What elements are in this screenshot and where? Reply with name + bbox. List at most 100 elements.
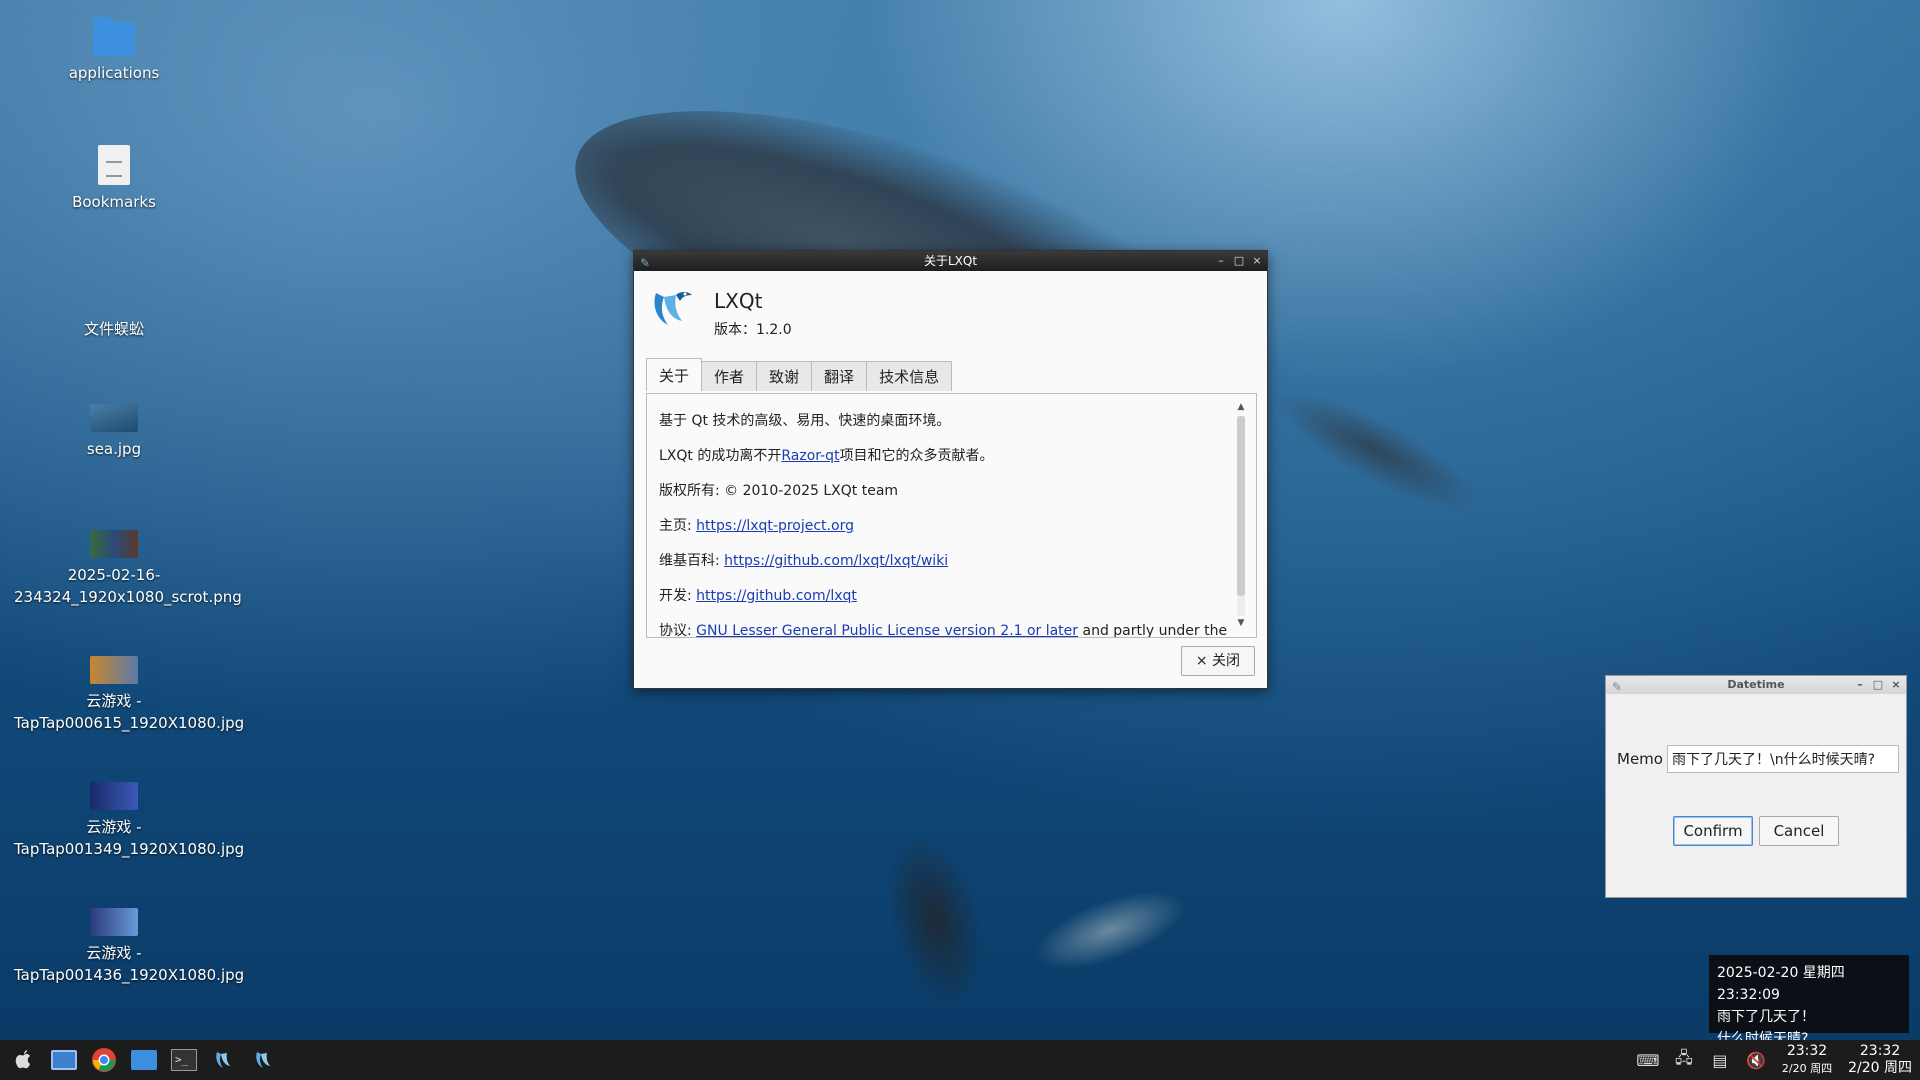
clock-time: 23:32 (1786, 1043, 1828, 1059)
desktop-icon-applications[interactable]: applications (14, 17, 214, 84)
dev-link[interactable]: https://github.com/lxqt (696, 588, 857, 604)
memo-input[interactable] (1667, 745, 1899, 773)
license-suffix-text: and partly under the (1082, 623, 1228, 638)
maximize-icon[interactable]: □ (1872, 676, 1884, 694)
about-tab-panel: 基于 Qt 技术的高级、易用、快速的桌面环境。 LXQt 的成功离不开Razor… (646, 393, 1257, 638)
lxqt-icon[interactable] (248, 1044, 280, 1076)
clock-date: 2/20 周四 (1848, 1060, 1912, 1076)
homepage-line: 主页: https://lxqt-project.org (659, 515, 854, 535)
window-title: 关于LXQt (923, 254, 978, 268)
about-lxqt-window: ✎ 关于LXQt – □ × LXQt 版本：1.2.0 关于 作者 致谢 翻译… (633, 250, 1268, 689)
wiki-link[interactable]: https://github.com/lxqt/lxqt/wiki (724, 553, 948, 569)
document-icon (98, 145, 130, 185)
datetime-window: ✎ Datetime – □ × Memo Confirm Cancel (1605, 675, 1907, 898)
file-manager-icon[interactable] (128, 1044, 160, 1076)
desktop-icon-label: 云游戏 - TapTap001436_1920X1080.jpg (14, 944, 245, 984)
scroll-up-icon[interactable]: ▲ (1234, 402, 1248, 414)
desktop-icon-scrot[interactable]: 2025-02-16-234324_1920x1080_scrot.png (14, 530, 242, 608)
description-text: 基于 Qt 技术的高级、易用、快速的桌面环境。 (659, 413, 951, 429)
terminal-icon[interactable]: >_ (168, 1044, 200, 1076)
dev-line: 开发: https://github.com/lxqt (659, 585, 857, 605)
lxqt-icon: ✎ (640, 256, 651, 270)
minimize-icon[interactable]: – (1215, 251, 1227, 271)
keyboard-icon[interactable]: ⌨ (1634, 1046, 1662, 1074)
wallpaper-diver (868, 821, 1002, 1019)
image-thumbnail-icon (90, 530, 138, 558)
license-label: 协议: (659, 623, 692, 638)
system-tray: ⌨ 🖧 ▤ 🔇 23:32 2/20 周四 23:32 2/20 周四 (1630, 1040, 1920, 1080)
wallpaper-whale-tail (1259, 369, 1491, 531)
scroll-down-icon[interactable]: ▼ (1234, 618, 1248, 630)
desktop-icon-taptap-001436[interactable]: 云游戏 - TapTap001436_1920X1080.jpg (14, 908, 245, 986)
notification-line: 雨下了几天了！ (1717, 1009, 1815, 1025)
app-version: 版本：1.2.0 (714, 322, 792, 338)
license-link[interactable]: GNU Lesser General Public License versio… (696, 623, 1078, 637)
desktop-icon-bookmarks[interactable]: Bookmarks (14, 145, 214, 213)
image-thumbnail-icon (90, 908, 138, 936)
clock-time: 23:32 (1859, 1043, 1901, 1059)
image-thumbnail-icon (90, 782, 138, 810)
chrome-icon[interactable] (88, 1044, 120, 1076)
window-titlebar[interactable]: ✎ Datetime – □ × (1606, 676, 1906, 694)
network-icon[interactable]: 🖧 (1670, 1046, 1698, 1074)
lxqt-icon[interactable] (208, 1044, 240, 1076)
desktop-icon-file-centipede[interactable]: 文件蜈蚣 (14, 318, 214, 340)
confirm-button[interactable]: Confirm (1673, 816, 1753, 846)
desktop-icon-label: sea.jpg (86, 440, 142, 458)
volume-muted-icon[interactable]: 🔇 (1742, 1046, 1770, 1074)
homepage-link[interactable]: https://lxqt-project.org (696, 518, 854, 534)
notification-timestamp: 2025-02-20 星期四 23:32:09 (1717, 965, 1845, 1003)
tab-bar: 关于 作者 致谢 翻译 技术信息 (646, 358, 953, 391)
clock-date: 2/20 周四 (1781, 1062, 1833, 1075)
close-icon[interactable]: × (1890, 676, 1902, 694)
maximize-icon[interactable]: □ (1233, 251, 1245, 271)
folder-icon (93, 17, 135, 56)
wiki-label: 维基百科: (659, 553, 720, 569)
homepage-label: 主页: (659, 518, 692, 534)
tab-authors[interactable]: 作者 (701, 361, 758, 391)
tab-technical-info[interactable]: 技术信息 (866, 361, 953, 391)
apple-menu-icon[interactable] (8, 1044, 40, 1076)
razor-line: LXQt 的成功离不开Razor-qt项目和它的众多贡献者。 (659, 445, 994, 465)
razor-suffix-text: 项目和它的众多贡献者。 (839, 448, 994, 464)
lxqt-icon: ✎ (1612, 680, 1623, 694)
cancel-button[interactable]: Cancel (1759, 816, 1839, 846)
memo-label: Memo (1617, 750, 1663, 768)
notification-popup[interactable]: 2025-02-20 星期四 23:32:09 雨下了几天了！ 什么时候天晴? (1709, 955, 1909, 1047)
window-title: Datetime (1727, 678, 1785, 691)
clock[interactable]: 23:32 2/20 周四 (1782, 1043, 1832, 1077)
scroll-track[interactable] (1237, 416, 1245, 616)
desktop-icon-label: Bookmarks (72, 193, 156, 211)
taskbar: >_ ⌨ 🖧 ▤ 🔇 23:32 2/20 周四 23:32 2/20 周四 (0, 1040, 1920, 1080)
about-body: LXQt 版本：1.2.0 关于 作者 致谢 翻译 技术信息 基于 Qt 技术的… (634, 271, 1267, 688)
close-icon[interactable]: × (1251, 251, 1263, 271)
dev-label: 开发: (659, 588, 692, 604)
desktop-icon-taptap-001349[interactable]: 云游戏 - TapTap001349_1920X1080.jpg (14, 782, 245, 860)
close-button[interactable]: × 关闭 (1180, 646, 1255, 676)
tab-translations[interactable]: 翻译 (811, 361, 868, 391)
copyright-text: 版权所有: © 2010-2025 LXQt team (659, 483, 899, 499)
tab-thanks[interactable]: 致谢 (756, 361, 813, 391)
razor-qt-link[interactable]: Razor-qt (781, 448, 839, 464)
desktop-icon-taptap-000615[interactable]: 云游戏 - TapTap000615_1920X1080.jpg (14, 656, 245, 734)
desktop-icon-label: 云游戏 - TapTap000615_1920X1080.jpg (14, 692, 245, 732)
wallpaper-fins (1024, 874, 1196, 986)
razor-prefix-text: LXQt 的成功离不开 (659, 448, 782, 464)
minimize-icon[interactable]: – (1854, 676, 1866, 694)
desktop-icon[interactable] (48, 1044, 80, 1076)
image-thumbnail-icon (90, 404, 138, 432)
desktop-icon-label: 云游戏 - TapTap001349_1920X1080.jpg (14, 818, 245, 858)
tab-about[interactable]: 关于 (646, 358, 703, 391)
removable-drive-icon[interactable]: ▤ (1706, 1046, 1734, 1074)
desktop-icon-sea[interactable]: sea.jpg (14, 404, 214, 460)
desktop-icon-label: 文件蜈蚣 (83, 320, 144, 338)
desktop-icon-label: 2025-02-16-234324_1920x1080_scrot.png (14, 566, 242, 606)
wiki-line: 维基百科: https://github.com/lxqt/lxqt/wiki (659, 550, 948, 570)
scroll-thumb[interactable] (1237, 416, 1245, 596)
clock-secondary[interactable]: 23:32 2/20 周四 (1848, 1043, 1912, 1077)
vertical-scrollbar[interactable]: ▲ ▼ (1234, 402, 1248, 630)
lxqt-logo-icon (654, 292, 692, 325)
window-titlebar[interactable]: ✎ 关于LXQt – □ × (634, 251, 1267, 271)
app-name: LXQt (714, 289, 763, 313)
image-thumbnail-icon (90, 656, 138, 684)
